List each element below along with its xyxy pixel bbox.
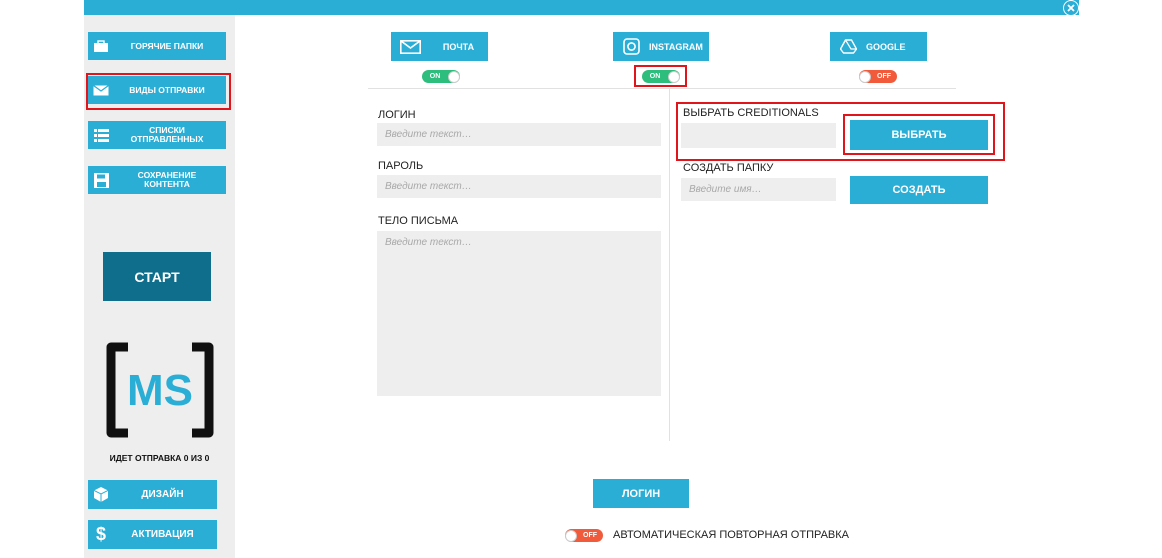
cube-icon xyxy=(88,487,114,502)
sidebar-item-save-content[interactable]: СОХРАНЕНИЕ КОНТЕНТА xyxy=(88,166,226,194)
tab-mail[interactable]: ПОЧТА xyxy=(391,32,488,61)
sidebar-item-label: СОХРАНЕНИЕ КОНТЕНТА xyxy=(137,170,197,189)
sidebar-item-label: ДИЗАЙН xyxy=(141,489,184,500)
tab-instagram[interactable]: INSTAGRAM xyxy=(613,32,709,61)
dollar-icon: $ xyxy=(95,524,106,544)
sending-status: ИДЕТ ОТПРАВКА 0 ИЗ 0 xyxy=(109,453,210,463)
mail-toggle[interactable]: ON xyxy=(422,70,460,83)
sidebar-item-hot-folders[interactable]: ГОРЯЧИЕ ПАПКИ xyxy=(88,32,226,60)
create-button[interactable]: СОЗДАТЬ xyxy=(850,176,988,204)
start-button[interactable]: СТАРТ xyxy=(103,252,211,301)
toggle-label: OFF xyxy=(583,532,597,539)
password-label: ПАРОЛЬ xyxy=(378,160,424,172)
divider xyxy=(368,88,956,89)
list-icon xyxy=(88,128,114,142)
close-button[interactable] xyxy=(1063,0,1079,16)
google-toggle[interactable]: OFF xyxy=(859,70,897,83)
close-icon xyxy=(1067,4,1075,12)
highlight-frame xyxy=(634,65,687,87)
sidebar-item-label: СПИСКИ ОТПРАВЛЕННЫХ xyxy=(130,125,204,144)
ms-logo: MS xyxy=(106,342,214,438)
sidebar-item-sent-lists[interactable]: СПИСКИ ОТПРАВЛЕННЫХ xyxy=(88,121,226,149)
envelope-icon xyxy=(391,39,429,54)
toggle-knob xyxy=(859,70,871,83)
tab-label: ПОЧТА xyxy=(442,41,475,52)
toggle-knob xyxy=(448,70,460,83)
create-folder-label: СОЗДАТЬ ПАПКУ xyxy=(683,162,774,174)
tab-label: INSTAGRAM xyxy=(649,41,703,52)
sidebar-item-label: АКТИВАЦИЯ xyxy=(131,529,194,540)
login-button[interactable]: ЛОГИН xyxy=(593,479,689,508)
divider xyxy=(669,88,670,441)
logo-text: MS xyxy=(127,366,193,415)
login-label: ЛОГИН xyxy=(378,109,416,121)
password-input[interactable] xyxy=(377,175,661,198)
briefcase-icon xyxy=(88,39,114,53)
toggle-label: OFF xyxy=(877,73,891,80)
highlight-frame xyxy=(86,73,231,110)
sidebar-item-activation[interactable]: $ АКТИВАЦИЯ xyxy=(88,520,217,549)
toggle-label: ON xyxy=(429,73,441,80)
body-textarea[interactable] xyxy=(377,231,661,396)
auto-resend-label: АВТОМАТИЧЕСКАЯ ПОВТОРНАЯ ОТПРАВКА xyxy=(613,529,850,541)
tab-google[interactable]: GOOGLE xyxy=(830,32,927,61)
google-drive-icon xyxy=(830,39,866,54)
sidebar-item-design[interactable]: ДИЗАЙН xyxy=(88,480,217,509)
body-label: ТЕЛО ПИСЬМА xyxy=(378,215,459,227)
login-input[interactable] xyxy=(377,123,661,146)
sidebar-item-label: ГОРЯЧИЕ ПАПКИ xyxy=(130,40,204,51)
instagram-icon xyxy=(613,38,649,55)
auto-resend-toggle[interactable]: OFF xyxy=(565,529,603,542)
folder-name-input[interactable] xyxy=(681,178,836,201)
tab-label: GOOGLE xyxy=(866,41,906,52)
floppy-disk-icon xyxy=(88,172,114,188)
toggle-knob xyxy=(565,529,577,542)
highlight-frame xyxy=(676,102,1005,161)
top-bar xyxy=(84,0,1079,15)
